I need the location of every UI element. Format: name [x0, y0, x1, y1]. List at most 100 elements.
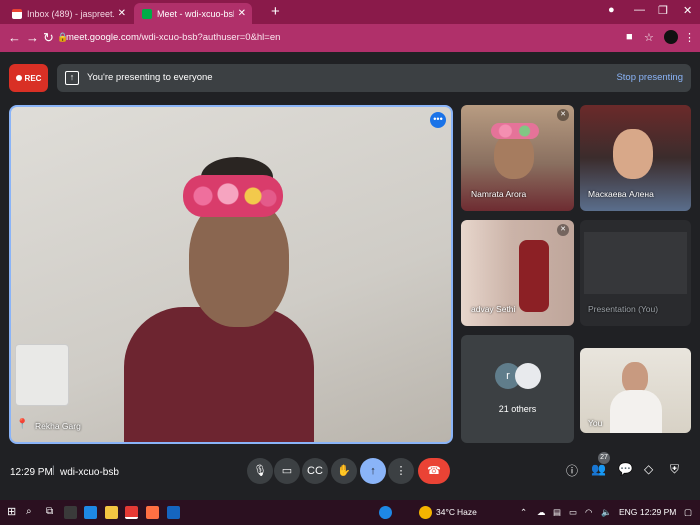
language-indicator[interactable]: ENG	[619, 507, 637, 517]
chrome-profile-icon[interactable]: ●	[608, 4, 615, 16]
meet-window: REC ↑ You're presenting to everyone Stop…	[0, 52, 700, 500]
flower-crown	[491, 123, 539, 139]
more-options-button[interactable]: ⋮	[388, 458, 414, 484]
rec-label: REC	[24, 73, 42, 83]
recording-indicator: REC	[9, 64, 48, 92]
close-tab-icon[interactable]: ✕	[238, 8, 246, 19]
notifications-icon[interactable]: ▢	[684, 507, 692, 518]
presenting-text: You're presenting to everyone	[87, 72, 213, 83]
participant-name: advay Sethi	[471, 304, 516, 314]
present-icon: ↑	[65, 71, 79, 85]
participant-face	[613, 129, 653, 179]
chrome-menu-icon[interactable]: ⋮	[684, 31, 695, 44]
firefox-icon[interactable]	[146, 506, 159, 519]
speaker-body	[124, 307, 314, 442]
bookmark-star-icon[interactable]: ☆	[644, 31, 654, 44]
wifi-icon[interactable]: ◠	[585, 507, 592, 518]
flower-crown	[183, 175, 283, 217]
weather-icon[interactable]	[419, 506, 432, 519]
browser-tab-bar: Inbox (489) - jaspreet.k@theindi ✕ Meet …	[0, 0, 700, 24]
taskbar-clock[interactable]: 12:29 PM	[640, 507, 676, 517]
url-path: /wdi-xcuo-bsb?authuser=0&hl=en	[138, 32, 281, 43]
tab-meet[interactable]: Meet - wdi-xcuo-bsb ✕	[134, 3, 252, 24]
taskbar: ⊞ ⌕ ⧉ 34°C Haze ⌃ ☁ ▤ ▭ ◠ 🔈 ENG 12:29 PM…	[0, 500, 700, 525]
back-icon[interactable]: ←	[8, 30, 21, 45]
presentation-tile[interactable]: Presentation (You)	[580, 220, 691, 326]
others-count: 21 others	[498, 404, 537, 414]
participant-tile[interactable]: ✕ Namrata Arora	[461, 105, 574, 211]
raise-hand-button[interactable]: ✋	[331, 458, 357, 484]
others-tile[interactable]: r 21 others	[461, 335, 574, 443]
host-controls-icon[interactable]: ⛨	[670, 462, 679, 477]
search-icon[interactable]: ⌕	[26, 506, 32, 517]
avatar	[515, 363, 541, 389]
participant-name: Маскаева Алена	[588, 189, 654, 199]
forward-icon[interactable]: →	[26, 30, 39, 45]
tab-title: Meet - wdi-xcuo-bsb	[157, 8, 234, 19]
camera-in-use-icon[interactable]: ■	[626, 31, 633, 43]
mic-off-icon: ✕	[557, 109, 569, 121]
camera-button[interactable]: ▭	[274, 458, 300, 484]
microphone-button[interactable]: 🎙	[247, 458, 273, 484]
meeting-info-icon[interactable]: ⓘ	[566, 462, 578, 479]
participant-name: You	[588, 418, 603, 428]
pin-icon[interactable]: 📍	[16, 419, 28, 430]
meeting-code: wdi-xcuo-bsb	[60, 467, 119, 478]
participant-tile[interactable]: Маскаева Алена	[580, 105, 691, 211]
tab-title: Inbox (489) - jaspreet.k@theindi	[27, 8, 114, 19]
mic-off-icon: ✕	[557, 224, 569, 236]
participant-name: Rekha Garg	[35, 421, 81, 431]
reload-icon[interactable]: ↻	[43, 30, 54, 46]
word-icon[interactable]	[167, 506, 180, 519]
tab-gmail[interactable]: Inbox (489) - jaspreet.k@theindi ✕	[4, 3, 132, 24]
chat-icon[interactable]: 💬	[618, 462, 633, 476]
address-bar: ← → ↻ 🔒 meet.google.com/wdi-xcuo-bsb?aut…	[0, 24, 700, 52]
people-count-badge: 27	[598, 452, 610, 464]
meet-icon	[142, 8, 152, 19]
tile-options-icon[interactable]: •••	[430, 112, 446, 128]
new-tab-button[interactable]: +	[271, 3, 280, 20]
help-icon[interactable]	[379, 506, 392, 519]
stop-presenting-button[interactable]: Stop presenting	[616, 72, 683, 83]
captions-button[interactable]: CC	[302, 458, 328, 484]
restore-icon[interactable]: ❐	[658, 4, 668, 17]
cloud-icon[interactable]: ☁	[537, 507, 546, 518]
participant-name: Namrata Arora	[471, 189, 527, 199]
participant-figure	[519, 240, 549, 312]
edge-icon[interactable]	[84, 506, 97, 519]
meeting-time: 12:29 PM	[10, 467, 53, 478]
url-host: meet.google.com	[66, 32, 139, 43]
minimize-icon[interactable]: —	[634, 4, 645, 16]
participant-tile[interactable]: ✕ advay Sethi	[461, 220, 574, 326]
weather-text: Haze	[457, 507, 477, 517]
url-field[interactable]: meet.google.com/wdi-xcuo-bsb?authuser=0&…	[66, 32, 280, 43]
windows-start-icon[interactable]: ⊞	[7, 505, 16, 518]
task-view-icon[interactable]: ⧉	[46, 506, 53, 517]
divider: |	[52, 465, 55, 476]
end-call-button[interactable]: ☎	[418, 458, 450, 484]
battery-icon[interactable]: ▭	[569, 507, 577, 518]
chrome-icon[interactable]	[125, 506, 138, 519]
activities-icon[interactable]: ◇	[644, 462, 653, 476]
present-button[interactable]: ↑	[360, 458, 386, 484]
close-window-icon[interactable]: ✕	[683, 4, 692, 17]
self-tile[interactable]: You	[580, 348, 691, 433]
wall-socket	[16, 345, 68, 405]
participant-name: Presentation (You)	[588, 304, 659, 314]
presenting-banner: ↑ You're presenting to everyone Stop pre…	[57, 64, 691, 92]
participant-face	[494, 133, 534, 179]
gmail-icon	[12, 8, 22, 19]
widgets-icon[interactable]	[64, 506, 77, 519]
presentation-preview	[584, 232, 687, 294]
chevron-up-icon[interactable]: ⌃	[520, 507, 527, 518]
self-body	[610, 390, 662, 433]
close-tab-icon[interactable]: ✕	[118, 8, 126, 19]
weather-temp: 34°C	[436, 507, 455, 517]
main-video-tile[interactable]: ••• 📍 Rekha Garg	[9, 105, 453, 444]
record-dot-icon	[15, 75, 22, 81]
people-icon[interactable]: 👥	[591, 462, 606, 476]
profile-avatar[interactable]	[664, 30, 678, 44]
network-icon[interactable]: ▤	[553, 507, 561, 518]
volume-icon[interactable]: 🔈	[601, 507, 612, 518]
file-explorer-icon[interactable]	[105, 506, 118, 519]
